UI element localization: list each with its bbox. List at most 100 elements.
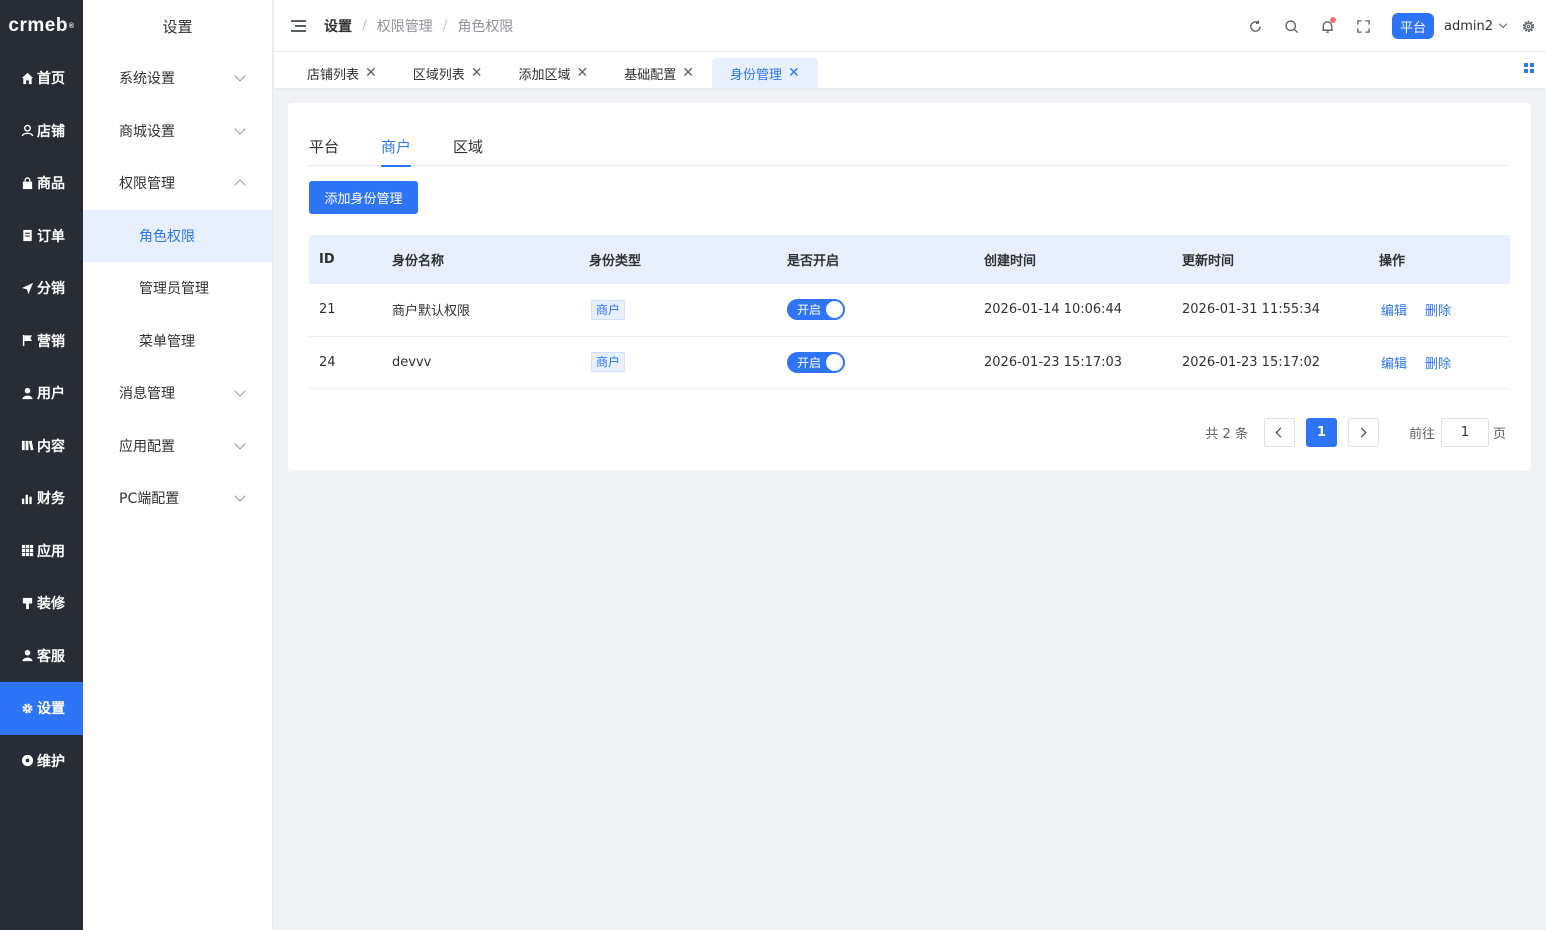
- submenu-label: 角色权限: [139, 228, 195, 245]
- submenu-label: 消息管理: [119, 386, 175, 403]
- edit-link[interactable]: 编辑: [1381, 357, 1407, 372]
- flag-icon: [20, 334, 34, 348]
- chevron-left-icon: [1276, 427, 1286, 438]
- content-icon: [20, 439, 34, 453]
- cell-switch: 开启: [787, 299, 984, 321]
- close-icon[interactable]: ✕: [471, 65, 483, 81]
- switch-knob: [826, 301, 843, 319]
- cell-updated: 2026-01-31 11:55:34: [1182, 302, 1321, 318]
- pagination-goto-label: 前往: [1408, 427, 1435, 442]
- cell-name: 商户默认权限: [392, 304, 471, 320]
- submenu-app-config[interactable]: 应用配置: [83, 420, 272, 473]
- bell-icon[interactable]: [1320, 17, 1336, 34]
- nav-item-order[interactable]: 订单: [0, 210, 83, 263]
- submenu-mall-settings[interactable]: 商城设置: [83, 105, 272, 158]
- submenu-pc-config[interactable]: PC端配置: [83, 472, 272, 525]
- column-header: 是否开启: [787, 254, 840, 269]
- delete-link[interactable]: 删除: [1425, 304, 1451, 319]
- submenu-role-permission[interactable]: 角色权限: [83, 209, 272, 262]
- nav-label: 内容: [37, 438, 65, 455]
- delete-link[interactable]: 删除: [1425, 357, 1451, 372]
- username: admin2: [1443, 18, 1493, 34]
- tab-label: 添加区域: [518, 67, 571, 83]
- nav-item-home[interactable]: 首页: [0, 52, 83, 105]
- enable-switch[interactable]: 开启: [787, 351, 845, 373]
- user-dropdown[interactable]: admin2: [1443, 18, 1508, 34]
- next-page-button[interactable]: [1347, 418, 1379, 447]
- nav-item-app[interactable]: 应用: [0, 525, 83, 578]
- header-actions: 平台 admin2: [1238, 0, 1546, 52]
- submenu-label: 商城设置: [119, 123, 175, 140]
- breadcrumb-item[interactable]: 设置: [324, 16, 352, 36]
- content-card: 平台 商户 区域 添加身份管理 ID 身份名称 身份类型 是否开启 创建时间 更…: [288, 103, 1531, 470]
- search-icon[interactable]: [1284, 18, 1300, 34]
- submenu-permission-management[interactable]: 权限管理: [83, 157, 272, 210]
- nav-label: 订单: [37, 228, 65, 245]
- switch-knob: [826, 353, 843, 371]
- cell-created: 2026-01-14 10:06:44: [984, 302, 1123, 318]
- nav-item-decorate[interactable]: 装修: [0, 577, 83, 630]
- nav-label: 营销: [37, 333, 65, 350]
- close-icon[interactable]: ✕: [365, 65, 377, 81]
- cell-type: 商户: [589, 352, 787, 373]
- fullscreen-icon[interactable]: [1356, 18, 1372, 34]
- logo-text: crmeb: [8, 15, 68, 36]
- page-tab-identity-management[interactable]: 身份管理 ✕: [712, 58, 818, 88]
- notification-dot: [1329, 17, 1336, 23]
- edit-link[interactable]: 编辑: [1381, 304, 1407, 319]
- table-row: 21 商户默认权限 商户 开启 2026-01-14 10:06:44 2026…: [309, 284, 1510, 337]
- prev-page-button[interactable]: [1263, 418, 1295, 447]
- submenu-menu-management[interactable]: 菜单管理: [83, 315, 272, 368]
- brush-icon: [20, 596, 34, 610]
- page-tab-add-region[interactable]: 添加区域 ✕: [501, 58, 607, 88]
- nav-item-finance[interactable]: 财务: [0, 472, 83, 525]
- nav-item-settings[interactable]: 设置: [0, 682, 83, 735]
- menu-toggle-icon[interactable]: [291, 19, 306, 32]
- table-header: ID 身份名称 身份类型 是否开启 创建时间 更新时间 操作: [309, 235, 1510, 284]
- nav-item-distribution[interactable]: 分销: [0, 262, 83, 315]
- platform-badge[interactable]: 平台: [1391, 13, 1434, 39]
- switch-label: 开启: [797, 303, 822, 318]
- column-header: 身份名称: [392, 254, 445, 269]
- submenu-label: 系统设置: [119, 71, 175, 88]
- submenu-message-management[interactable]: 消息管理: [83, 367, 272, 420]
- page-number-current[interactable]: 1: [1305, 418, 1337, 447]
- page-tab-store-list[interactable]: 店铺列表 ✕: [289, 58, 395, 88]
- nav-item-service[interactable]: 客服: [0, 630, 83, 683]
- page-jump-input[interactable]: 1: [1440, 418, 1489, 447]
- submenu-system-settings[interactable]: 系统设置: [83, 52, 272, 105]
- enable-switch[interactable]: 开启: [787, 299, 845, 321]
- tab-platform[interactable]: 平台: [309, 130, 339, 166]
- close-icon[interactable]: ✕: [788, 65, 800, 81]
- column-header: 更新时间: [1182, 254, 1235, 269]
- breadcrumb-separator: /: [442, 17, 448, 34]
- bag-icon: [20, 176, 34, 190]
- settings-submenu: 设置 系统设置 商城设置 权限管理 角色权限 管理员管理 菜单管理 消息管理 应…: [83, 0, 273, 930]
- tab-merchant[interactable]: 商户: [381, 130, 412, 167]
- nav-item-store[interactable]: 店铺: [0, 105, 83, 158]
- maintain-icon: [20, 754, 34, 768]
- add-identity-button[interactable]: 添加身份管理: [309, 181, 418, 214]
- switch-label: 开启: [797, 355, 822, 370]
- close-icon[interactable]: ✕: [682, 65, 694, 81]
- nav-item-goods[interactable]: 商品: [0, 157, 83, 210]
- refresh-icon[interactable]: [1248, 18, 1264, 34]
- submenu-label: 应用配置: [119, 438, 175, 455]
- tab-region[interactable]: 区域: [453, 130, 483, 166]
- submenu-admin-management[interactable]: 管理员管理: [83, 262, 272, 315]
- tabs-menu-icon[interactable]: [1524, 63, 1534, 73]
- nav-item-maintain[interactable]: 维护: [0, 735, 83, 788]
- page-tab-region-list[interactable]: 区域列表 ✕: [395, 58, 501, 88]
- page-tab-basic-config[interactable]: 基础配置 ✕: [606, 58, 712, 88]
- chevron-down-icon: [234, 490, 246, 502]
- page-tabs-bar: 店铺列表 ✕ 区域列表 ✕ 添加区域 ✕ 基础配置 ✕ 身份管理 ✕: [274, 52, 1546, 88]
- nav-item-content[interactable]: 内容: [0, 420, 83, 473]
- breadcrumb-item[interactable]: 权限管理: [377, 16, 433, 36]
- settings-gear-icon[interactable]: [1520, 18, 1536, 34]
- nav-item-user[interactable]: 用户: [0, 367, 83, 420]
- logo[interactable]: crmeb ®: [0, 0, 83, 52]
- pagination-page-suffix: 页: [1492, 427, 1506, 442]
- chevron-down-icon: [234, 123, 246, 135]
- nav-item-marketing[interactable]: 营销: [0, 315, 83, 368]
- close-icon[interactable]: ✕: [577, 65, 589, 81]
